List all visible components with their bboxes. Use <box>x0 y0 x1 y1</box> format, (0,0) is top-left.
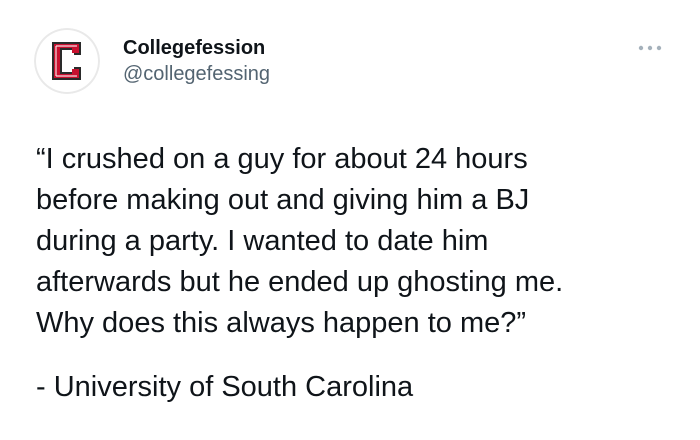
tweet-text-line: before making out and giving him a BJ <box>36 184 530 216</box>
author-block: Collegefession @collegefessing <box>123 36 270 86</box>
tweet-text-line: afterwards but he ended up ghosting me. <box>36 266 564 298</box>
more-horizontal-icon <box>638 45 662 51</box>
more-options-button[interactable] <box>636 38 664 58</box>
user-handle[interactable]: @collegefessing <box>123 62 270 86</box>
tweet-text: “I crushed on a guy for about 24 hours b… <box>36 139 676 344</box>
display-name[interactable]: Collegefession <box>123 36 270 60</box>
tweet-text-line: “I crushed on a guy for about 24 hours <box>36 143 528 175</box>
tweet-signature: - University of South Carolina <box>36 371 414 403</box>
tweet-text-line: during a party. I wanted to date him <box>36 225 489 257</box>
college-c-logo-icon <box>34 28 100 94</box>
avatar[interactable] <box>34 28 100 94</box>
tweet-card: Collegefession @collegefessing “I crushe… <box>0 0 700 440</box>
tweet-text-line: Why does this always happen to me?” <box>36 307 527 339</box>
